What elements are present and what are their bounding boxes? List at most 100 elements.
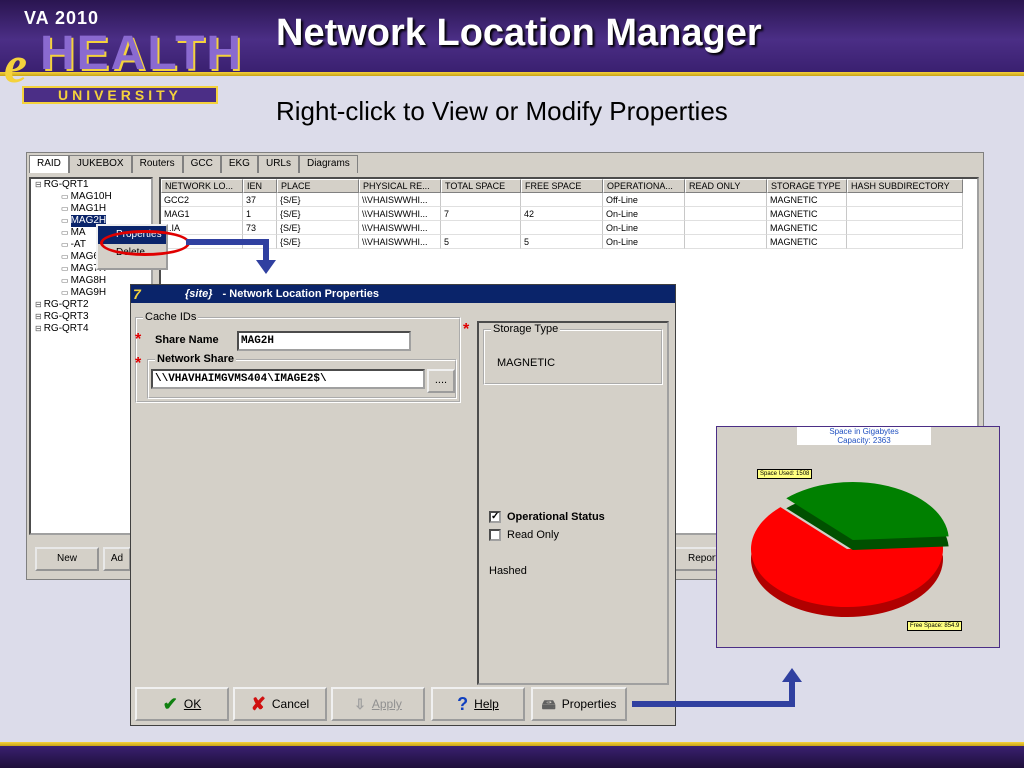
- slide-subtitle: Right-click to View or Modify Properties: [276, 96, 728, 126]
- cancel-button[interactable]: ✘ Cancel: [233, 687, 327, 721]
- table-cell: Off-Line: [603, 193, 685, 207]
- column-header[interactable]: PLACE: [277, 179, 359, 193]
- tree-item-label: MA: [70, 227, 86, 238]
- column-header[interactable]: OPERATIONA...: [603, 179, 685, 193]
- tree-item[interactable]: ▭ MAG10H: [31, 191, 151, 203]
- table-row[interactable]: GCC2 37 {S/E} \\VHAISWWHI... Off-Line MAGNETI…: [161, 193, 977, 207]
- table-cell: [685, 235, 767, 249]
- operational-status-label: Operational Status: [507, 511, 605, 523]
- table-cell: [685, 207, 767, 221]
- table-cell: 7: [441, 207, 521, 221]
- table-cell: On-Line: [603, 235, 685, 249]
- properties-icon: 🖴: [541, 696, 556, 712]
- tree-item[interactable]: ⊟ RG-QRT1: [31, 179, 151, 191]
- table-cell: [847, 207, 963, 221]
- table-row[interactable]: ...IA 73 {S/E} \\VHAISWWHI... On-Line MAGNETI…: [161, 221, 977, 235]
- required-marker-icon: *: [463, 321, 470, 338]
- tree-item-label: -AT: [70, 239, 86, 250]
- table-cell: On-Line: [603, 221, 685, 235]
- read-only-label: Read Only: [507, 529, 559, 541]
- drive-icon: ▭: [61, 252, 69, 261]
- storage-type-group: Storage Type MAGNETIC: [483, 323, 663, 385]
- ok-button[interactable]: ✔ OK: [135, 687, 229, 721]
- tab-diagrams[interactable]: Diagrams: [298, 155, 358, 173]
- add-button[interactable]: Ad: [103, 547, 131, 571]
- share-name-label: Share Name: [155, 334, 219, 346]
- storage-panel: Storage Type MAGNETIC ✓ Operational Stat…: [477, 321, 669, 685]
- table-cell: [847, 235, 963, 249]
- table-cell: [521, 221, 603, 235]
- column-header[interactable]: IEN: [243, 179, 277, 193]
- tab-gcc[interactable]: GCC: [182, 155, 221, 173]
- table-cell: {S/E}: [277, 193, 359, 207]
- help-button[interactable]: ? Help: [431, 687, 525, 721]
- table-cell: \\VHAISWWHI...: [359, 207, 441, 221]
- highlight-ring: [100, 230, 190, 256]
- x-icon: ✘: [250, 694, 266, 714]
- network-location-properties-dialog: 7 {site} - Network Location Properties C…: [130, 284, 676, 726]
- column-header[interactable]: FREE SPACE: [521, 179, 603, 193]
- read-only-checkbox[interactable]: Read Only: [489, 529, 559, 541]
- table-cell: [847, 221, 963, 235]
- new-button[interactable]: New: [35, 547, 99, 571]
- table-cell: [685, 193, 767, 207]
- cancel-label: Cancel: [271, 697, 310, 711]
- table-cell: MAGNETIC: [767, 207, 847, 221]
- tree-item-label: RG-QRT2: [43, 299, 89, 310]
- tab-strip: RAID JUKEBOX Routers GCC EKG URLs Diagra…: [29, 155, 358, 173]
- table-cell: 5: [441, 235, 521, 249]
- cache-ids-label: Cache IDs: [143, 311, 199, 323]
- app-logo-icon: 7: [133, 286, 141, 302]
- grid-header: NETWORK LO... IEN PLACE PHYSICAL RE... TOTAL…: [161, 179, 977, 193]
- share-name-input[interactable]: MAG2H: [237, 331, 411, 351]
- drive-icon: ▭: [61, 204, 69, 213]
- browse-button[interactable]: ....: [427, 369, 455, 393]
- ok-label: OK: [183, 697, 202, 711]
- column-header[interactable]: READ ONLY: [685, 179, 767, 193]
- table-cell: [521, 193, 603, 207]
- drive-icon: ▭: [61, 288, 69, 297]
- table-cell: 37: [243, 193, 277, 207]
- drive-icon: ▭: [61, 228, 69, 237]
- network-share-input[interactable]: \\VHAVHAIMGVMS404\IMAGE2$\: [151, 369, 425, 389]
- tab-urls[interactable]: URLs: [257, 155, 299, 173]
- table-cell: MAG1: [161, 207, 243, 221]
- column-header[interactable]: STORAGE TYPE: [767, 179, 847, 193]
- table-cell: \\VHAISWWHI...: [359, 221, 441, 235]
- tab-jukebox[interactable]: JUKEBOX: [68, 155, 132, 173]
- tree-item-label: MAG10H: [70, 191, 112, 202]
- slide-title: Network Location Manager: [276, 12, 762, 54]
- pie-label-free: Free Space: 854.9: [907, 621, 963, 631]
- operational-status-checkbox[interactable]: ✓ Operational Status: [489, 511, 605, 523]
- column-header[interactable]: PHYSICAL RE...: [359, 179, 441, 193]
- drive-icon: ▭: [61, 276, 69, 285]
- net-icon: ⊟: [35, 312, 42, 321]
- properties-button[interactable]: 🖴 Properties: [531, 687, 627, 721]
- table-cell: [685, 221, 767, 235]
- net-icon: ⊟: [35, 324, 42, 333]
- slide-footer-band: [0, 746, 1024, 768]
- network-share-label: Network Share: [155, 353, 237, 365]
- ehealth-university-logo: VA 2010 HEALTH e UNIVERSITY: [0, 0, 241, 106]
- apply-button[interactable]: ⇩ Apply: [331, 687, 425, 721]
- tree-item[interactable]: ▭ MAG1H: [31, 203, 151, 215]
- table-cell: MAGNETIC: [767, 193, 847, 207]
- required-marker-icon: *: [135, 355, 142, 372]
- checkbox-checked-icon: ✓: [489, 511, 501, 523]
- table-cell: \\VHAISWWHI...: [359, 235, 441, 249]
- table-row[interactable]: MAG1 1 {S/E} \\VHAISWWHI... 7 42 On-Line MAGNET…: [161, 207, 977, 221]
- apply-icon: ⇩: [354, 696, 366, 712]
- column-header[interactable]: HASH SUBDIRECTORY: [847, 179, 963, 193]
- checkbox-unchecked-icon: [489, 529, 501, 541]
- table-cell: GCC2: [161, 193, 243, 207]
- tab-routers[interactable]: Routers: [131, 155, 183, 173]
- tab-ekg[interactable]: EKG: [220, 155, 258, 173]
- storage-type-label: Storage Type: [491, 323, 561, 335]
- column-header[interactable]: TOTAL SPACE: [441, 179, 521, 193]
- tab-raid[interactable]: RAID: [29, 155, 69, 173]
- tree-item-label: MAG9H: [70, 287, 107, 298]
- table-cell: MAGNETIC: [767, 235, 847, 249]
- logo-university-text: UNIVERSITY: [22, 86, 218, 104]
- column-header[interactable]: NETWORK LO...: [161, 179, 243, 193]
- tree-item-label: RG-QRT3: [43, 311, 89, 322]
